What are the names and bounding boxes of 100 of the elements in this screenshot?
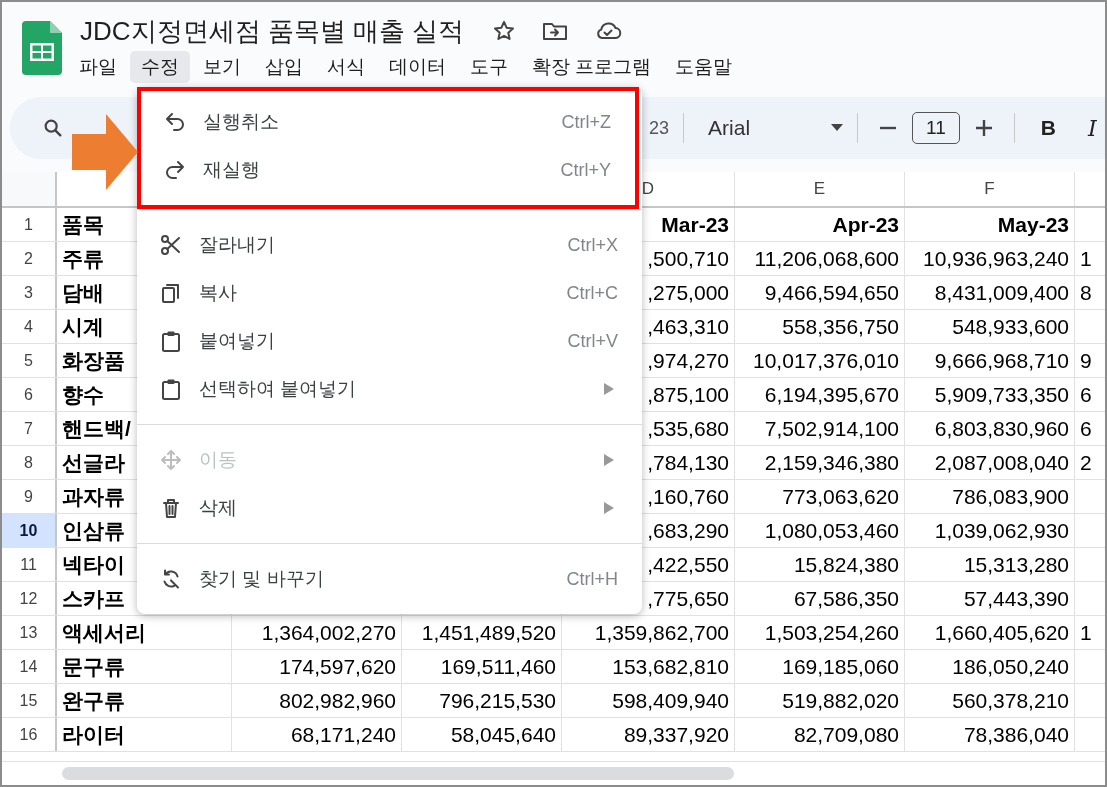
table-cell-text: 완구류 [62,687,125,714]
table-cell-text: 주류 [62,245,104,272]
table-cell: ,463,310 [647,314,729,339]
table-cell: 598,409,940 [612,688,729,713]
menu-item[interactable]: 복사 Ctrl+C [137,269,642,317]
table-cell-text: 액세서리 [62,619,146,646]
table-cell: 1,359,862,700 [594,620,729,645]
table-cell: 169,511,460 [440,654,556,679]
bold-button[interactable]: B [1040,116,1056,140]
table-cell: 153,682,810 [612,654,729,679]
menu-item[interactable]: 잘라내기 Ctrl+X [137,221,642,269]
table-cell-text: 화장품 [62,347,125,374]
table-cell: ,275,000 [647,280,729,305]
table-cell: 82,709,080 [793,722,899,747]
redo-icon [163,158,187,182]
table-cell: 519,882,020 [782,688,899,713]
table-cell: 1,364,002,270 [261,620,396,645]
table-cell: Apr-23 [832,212,899,237]
table-cell: 7,502,914,100 [764,416,899,441]
sheets-logo[interactable] [22,21,62,75]
cut-icon [159,233,183,257]
table-cell: 548,933,600 [952,314,1069,339]
table-cell: Mar-23 [661,212,729,237]
table-cell: 186,050,240 [952,654,1069,679]
font-dropdown[interactable]: Arial [708,116,844,140]
menu-bar-item[interactable]: 데이터 [378,51,457,83]
table-cell: 6,803,830,960 [934,416,1069,441]
table-cell: 10,936,963,240 [923,246,1069,271]
star-icon[interactable] [492,19,517,43]
table-cell: 8 [1080,280,1092,305]
row-number[interactable]: 10 [2,514,57,547]
table-cell-text: 스카프 [62,585,125,612]
table-cell: 1,451,489,520 [421,620,556,645]
menu-bar-item[interactable]: 서식 [316,51,376,83]
table-cell-text: 넥타이 [62,551,125,578]
move-icon [159,448,183,472]
table-cell: 15,824,380 [793,552,899,577]
paste-icon [159,377,183,401]
table-cell: ,784,130 [647,450,729,475]
table-cell-text: 품목 [62,211,104,238]
table-cell: 1 [1080,246,1092,271]
table-cell: 773,063,620 [782,484,899,509]
table-cell: ,775,650 [647,586,729,611]
table-cell: 10,017,376,010 [753,348,899,373]
menu-item[interactable]: 찾기 및 바꾸기 Ctrl+H [137,555,642,603]
table-cell: 78,386,040 [963,722,1069,747]
table-cell-text: 라이터 [62,721,125,748]
menu-bar-item[interactable]: 삽입 [254,51,314,83]
table-cell: 802,982,960 [279,688,396,713]
table-cell-text: 문구류 [62,653,125,680]
menu-bar-item[interactable]: 보기 [192,51,252,83]
table-cell: 174,597,620 [279,654,396,679]
scrollbar-thumb[interactable] [62,767,734,780]
table-cell-text: 과자류 [62,483,125,510]
table-cell: 1,503,254,260 [764,620,899,645]
column-header[interactable]: F [905,172,1075,206]
table-cell: 8,431,009,400 [934,280,1069,305]
menu-item[interactable]: 붙여넣기 Ctrl+V [137,317,642,365]
table-cell-text: 담배 [62,279,104,306]
table-cell: 2,087,008,040 [934,450,1069,475]
table-cell-text: 인삼류 [62,517,125,544]
menu-bar-item[interactable]: 도움말 [664,51,744,83]
plus-icon[interactable] [973,118,994,138]
table-cell: ,535,680 [647,416,729,441]
menu-bar-item[interactable]: 수정 [130,51,190,83]
font-size-field[interactable]: 11 [912,112,960,144]
table-cell: 6 [1080,416,1092,441]
table-cell-text: 시계 [62,313,104,340]
menu-item[interactable]: 실행취소 Ctrl+Z [141,98,635,146]
table-cell: 1 [1080,620,1092,645]
table-cell: 169,185,060 [782,654,899,679]
table-cell: 9,666,968,710 [934,348,1069,373]
table-cell: 6,194,395,670 [764,382,899,407]
search-icon[interactable] [42,117,64,139]
table-cell-text: 핸드백/ [62,415,131,442]
italic-button[interactable]: I [1087,115,1097,141]
table-cell: 6 [1080,382,1092,407]
table-cell: 786,083,900 [952,484,1069,509]
number-format-button[interactable]: 23 [649,117,670,139]
column-header[interactable]: E [735,172,905,206]
table-cell: 11,206,068,600 [754,246,899,271]
table-cell: 9 [1080,348,1092,373]
caret-icon [831,124,844,132]
table-cell: ,875,100 [647,382,729,407]
table-cell: ,974,270 [647,348,729,373]
menu-bar-item[interactable]: 도구 [459,51,519,83]
paste-icon [159,329,183,353]
menu-bar-item[interactable]: 파일 [68,51,128,83]
table-cell: 1,039,062,930 [934,518,1069,543]
table-cell: 68,171,240 [290,722,396,747]
menu-item[interactable]: 삭제 [137,484,642,532]
table-cell: 2 [1080,450,1092,475]
table-cell: 2,159,346,380 [764,450,899,475]
document-title: JDC지정면세점 품목별 매출 실적 [80,14,465,48]
table-cell: 67,586,350 [793,586,899,611]
menu-bar-item[interactable]: 확장 프로그램 [521,51,663,83]
table-cell: 15,313,280 [963,552,1069,577]
table-cell: 58,045,640 [450,722,556,747]
table-cell: 89,337,920 [623,722,729,747]
menu-item[interactable]: 선택하여 붙여넣기 [137,365,642,413]
